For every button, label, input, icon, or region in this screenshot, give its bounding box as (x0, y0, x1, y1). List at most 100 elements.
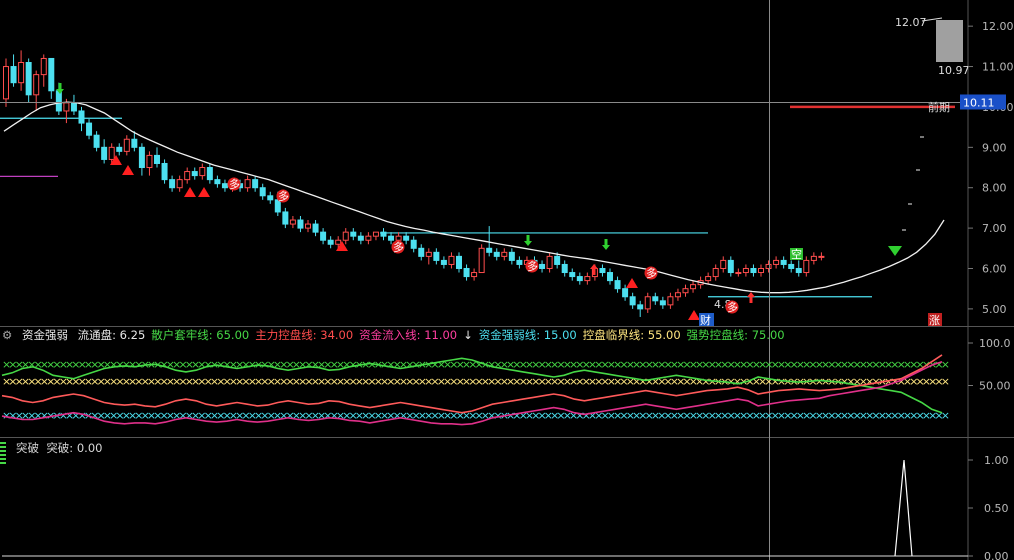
candle-up[interactable] (108, 146, 115, 160)
candle-down[interactable] (637, 304, 644, 310)
candle-up[interactable] (758, 267, 764, 274)
candle-down[interactable] (25, 62, 32, 96)
candle-up[interactable] (584, 276, 591, 282)
candle-up[interactable] (448, 255, 455, 265)
candle-down[interactable] (780, 259, 787, 265)
candle-down[interactable] (101, 146, 108, 160)
candle-up[interactable] (742, 267, 749, 274)
candle-down[interactable] (320, 231, 327, 241)
candle-down[interactable] (652, 296, 659, 302)
candle-down[interactable] (86, 122, 93, 136)
candle-up[interactable] (3, 66, 9, 100)
candle-down[interactable] (516, 259, 523, 265)
candle-up[interactable] (546, 255, 553, 269)
candle-up[interactable] (176, 179, 183, 189)
candle-down[interactable] (433, 251, 440, 261)
candle-up[interactable] (478, 247, 485, 274)
candle-down[interactable] (380, 231, 387, 237)
indicator-breakout-name[interactable]: 突破 (16, 441, 39, 455)
candle-up[interactable] (342, 231, 349, 241)
candle-up[interactable] (372, 231, 379, 237)
candle-down[interactable] (214, 179, 221, 185)
candle-up[interactable] (18, 62, 25, 84)
candle-down[interactable] (116, 146, 123, 152)
candle-down[interactable] (138, 146, 145, 169)
candle-down[interactable] (539, 263, 546, 269)
candle-down[interactable] (357, 235, 364, 241)
indicator-fund-strength[interactable]: ××××××××××××××××××××××××××××××××××××××××… (1, 354, 950, 426)
candle-down[interactable] (607, 272, 613, 282)
candle-down[interactable] (440, 259, 447, 265)
candle-down[interactable] (795, 267, 802, 274)
candle-down[interactable] (554, 255, 561, 265)
candle-up[interactable] (682, 288, 689, 294)
candle-down[interactable] (727, 259, 734, 274)
candle-up[interactable] (705, 276, 712, 282)
candle-down[interactable] (493, 251, 500, 257)
candle-up[interactable] (289, 219, 296, 225)
candle-up[interactable] (735, 272, 742, 275)
candle-down[interactable] (599, 267, 606, 274)
candle-up[interactable] (690, 284, 697, 290)
candle-down[interactable] (410, 239, 417, 249)
candle-down[interactable] (252, 179, 259, 189)
breakout-spike[interactable] (894, 459, 913, 557)
candle-up[interactable] (765, 263, 772, 269)
candle-down[interactable] (508, 251, 515, 261)
candle-up[interactable] (63, 102, 70, 112)
candle-up[interactable] (395, 235, 402, 241)
candle-up[interactable] (199, 167, 206, 177)
candle-up[interactable] (644, 296, 651, 310)
candle-down[interactable] (191, 171, 198, 177)
candle-up[interactable] (305, 223, 311, 229)
candle-down[interactable] (327, 239, 334, 245)
candle-down[interactable] (622, 288, 629, 298)
candle-up[interactable] (244, 179, 251, 189)
candle-down[interactable] (48, 57, 55, 92)
candle-down[interactable] (259, 187, 266, 197)
candle-up[interactable] (365, 235, 372, 241)
candle-down[interactable] (10, 66, 17, 84)
indicator-fund-strength-name[interactable]: 资金强弱 (22, 328, 68, 342)
candle-up[interactable] (720, 259, 727, 269)
candle-up[interactable] (471, 272, 478, 278)
indicator-breakout[interactable] (2, 459, 968, 557)
candle-down[interactable] (576, 276, 583, 282)
candlestick-series[interactable] (3, 50, 825, 317)
candle-up[interactable] (33, 74, 40, 96)
candle-down[interactable] (131, 138, 138, 148)
candle-down[interactable] (169, 179, 176, 189)
candle-up[interactable] (501, 251, 508, 257)
candle-down[interactable] (206, 167, 213, 181)
candle-up[interactable] (712, 267, 719, 278)
candle-up[interactable] (674, 292, 681, 298)
candle-down[interactable] (388, 235, 395, 241)
candle-up[interactable] (184, 171, 191, 181)
candle-down[interactable] (78, 110, 85, 124)
panel-toggle-handle[interactable] (0, 442, 6, 464)
candle-down[interactable] (267, 195, 274, 201)
candle-down[interactable] (221, 183, 228, 189)
candle-down[interactable] (403, 235, 410, 241)
candle-up[interactable] (818, 255, 825, 258)
candle-down[interactable] (161, 162, 168, 181)
candle-down[interactable] (463, 267, 470, 278)
candle-down[interactable] (93, 134, 100, 148)
candle-down[interactable] (456, 255, 462, 269)
candle-down[interactable] (350, 231, 357, 237)
candle-up[interactable] (335, 239, 342, 245)
candle-down[interactable] (418, 247, 425, 257)
candle-down[interactable] (486, 247, 493, 253)
candle-down[interactable] (750, 267, 757, 274)
candle-up[interactable] (40, 57, 47, 76)
collapse-icon[interactable]: ⚙ (2, 328, 12, 342)
candle-up[interactable] (810, 255, 817, 261)
candle-down[interactable] (297, 219, 304, 229)
candle-down[interactable] (561, 263, 568, 274)
candle-up[interactable] (146, 154, 153, 169)
candle-down[interactable] (629, 296, 636, 306)
candle-up[interactable] (667, 296, 674, 306)
stock-chart[interactable]: 12.0710.974.8多多多多多多空财涨 12.0011.0010.009.… (0, 0, 1014, 560)
candle-up[interactable] (425, 251, 432, 257)
candle-down[interactable] (788, 263, 795, 269)
